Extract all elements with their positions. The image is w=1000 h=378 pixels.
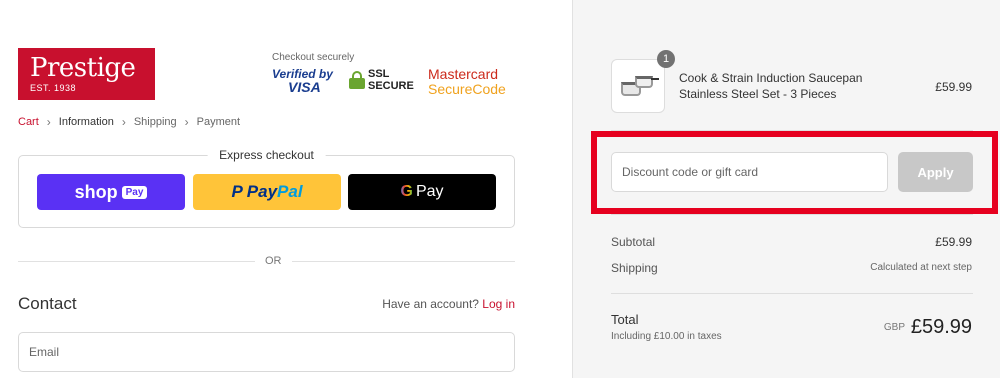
login-link[interactable]: Log in bbox=[482, 297, 515, 311]
product-name: Cook & Strain Induction Saucepan Stainle… bbox=[679, 71, 863, 101]
total-label: Total bbox=[611, 312, 639, 327]
chevron-right-icon: › bbox=[46, 115, 51, 129]
account-prompt: Have an account? Log in bbox=[382, 297, 515, 311]
apply-discount-button[interactable]: Apply bbox=[898, 152, 973, 192]
product-price: £59.99 bbox=[935, 80, 972, 94]
quantity-badge: 1 bbox=[657, 50, 675, 68]
subtotal-value: £59.99 bbox=[935, 235, 972, 249]
paypal-button[interactable]: P Pay Pal bbox=[193, 174, 341, 210]
tax-note: Including £10.00 in taxes bbox=[611, 331, 722, 342]
or-divider-text: OR bbox=[255, 255, 292, 267]
order-summary-column: 1 Cook & Strain Induction Saucepan Stain… bbox=[572, 0, 1000, 378]
checkout-form-column: Prestige EST. 1938 Checkout securely Ver… bbox=[0, 0, 572, 378]
contact-heading: Contact bbox=[18, 294, 77, 313]
paypal-icon: P bbox=[231, 182, 243, 201]
total-amount: £59.99 bbox=[910, 316, 972, 338]
verified-by-visa-badge: Verified by VISA bbox=[272, 67, 333, 95]
checkout-securely-label: Checkout securely bbox=[272, 52, 355, 63]
logo-name: Prestige bbox=[30, 53, 136, 83]
breadcrumb: Cart › Information › Shipping › Payment bbox=[18, 115, 240, 129]
shop-pay-button[interactable]: shop Pay bbox=[37, 174, 185, 210]
currency-code: GBP bbox=[883, 322, 905, 333]
prestige-logo[interactable]: Prestige EST. 1938 bbox=[18, 48, 155, 100]
chevron-right-icon: › bbox=[121, 115, 126, 129]
product-thumbnail bbox=[611, 59, 665, 113]
google-icon: G bbox=[400, 183, 413, 200]
lock-icon bbox=[349, 71, 365, 89]
shipping-value: Calculated at next step bbox=[870, 262, 972, 273]
breadcrumb-information: Information bbox=[58, 116, 114, 128]
summary-divider bbox=[611, 214, 973, 215]
breadcrumb-shipping: Shipping bbox=[133, 116, 177, 128]
mastercard-securecode-badge: Mastercard SecureCode bbox=[428, 66, 506, 97]
logo-est: EST. 1938 bbox=[30, 83, 77, 93]
subtotal-label: Subtotal bbox=[611, 235, 656, 249]
breadcrumb-payment: Payment bbox=[196, 116, 241, 128]
ssl-secure-badge: SSL SECURE bbox=[349, 68, 414, 92]
breadcrumb-cart[interactable]: Cart bbox=[18, 116, 39, 128]
saucepan-icon bbox=[619, 74, 659, 98]
express-checkout-title: Express checkout bbox=[207, 148, 326, 162]
chevron-right-icon: › bbox=[184, 115, 189, 129]
summary-divider bbox=[611, 293, 973, 294]
google-pay-button[interactable]: G Pay bbox=[348, 174, 496, 210]
discount-code-input[interactable] bbox=[611, 152, 888, 192]
shipping-label: Shipping bbox=[611, 261, 658, 275]
express-checkout-box: Express checkout shop Pay P Pay Pal G Pay bbox=[18, 148, 515, 228]
email-field[interactable] bbox=[18, 332, 515, 372]
